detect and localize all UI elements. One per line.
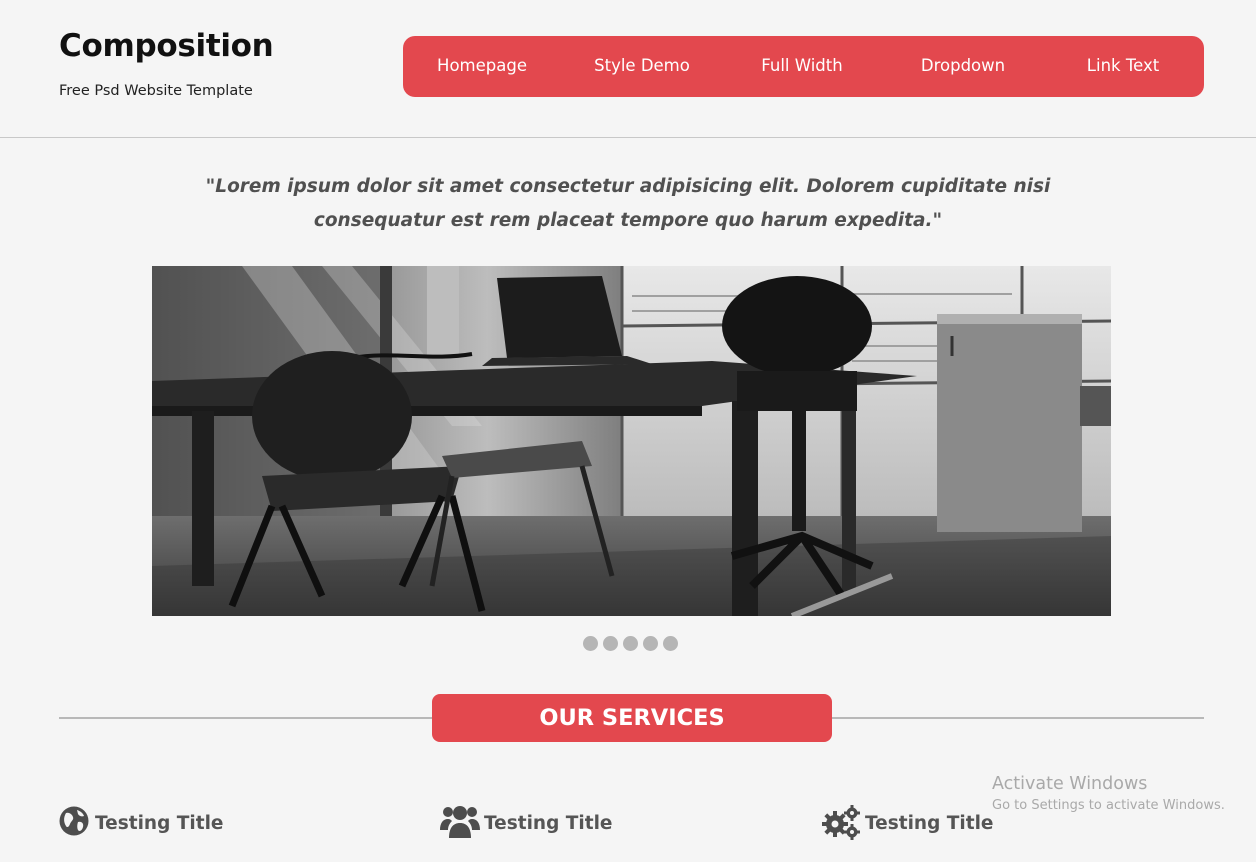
globe-icon [59, 804, 91, 842]
gears-icon [822, 804, 862, 844]
service-title-1: Testing Title [95, 813, 224, 834]
site-header: Composition Free Psd Website Template Ho… [0, 0, 1256, 138]
service-title-2: Testing Title [484, 813, 613, 834]
service-title-3: Testing Title [865, 813, 994, 834]
slider-dot-1[interactable] [583, 636, 598, 651]
slider-dot-4[interactable] [643, 636, 658, 651]
nav-link-homepage[interactable]: Homepage [437, 56, 527, 75]
nav-link-link-text[interactable]: Link Text [1087, 56, 1159, 75]
hero-slider-image [152, 266, 1111, 616]
site-title[interactable]: Composition [59, 28, 274, 64]
slider-dot-3[interactable] [623, 636, 638, 651]
site-tagline: Free Psd Website Template [59, 83, 253, 99]
nav-link-full-width[interactable]: Full Width [761, 56, 842, 75]
nav-link-dropdown[interactable]: Dropdown [921, 56, 1005, 75]
users-icon [440, 804, 480, 844]
services-heading: OUR SERVICES [432, 694, 832, 742]
office-photo [152, 266, 1111, 616]
watermark-subtitle: Go to Settings to activate Windows. [992, 798, 1225, 813]
slider-dot-2[interactable] [603, 636, 618, 651]
service-item-2: Testing Title [440, 804, 770, 844]
slider-dot-5[interactable] [663, 636, 678, 651]
watermark-title: Activate Windows [992, 774, 1148, 794]
main-nav: Homepage Style Demo Full Width Dropdown … [403, 36, 1204, 97]
windows-activation-watermark: Activate Windows Go to Settings to activ… [992, 774, 1225, 813]
services-divider-right [832, 717, 1204, 719]
nav-link-style-demo[interactable]: Style Demo [594, 56, 690, 75]
service-item-1: Testing Title [59, 804, 389, 844]
services-divider-left [59, 717, 432, 719]
intro-quote: "Lorem ipsum dolor sit amet consectetur … [205, 176, 1051, 231]
